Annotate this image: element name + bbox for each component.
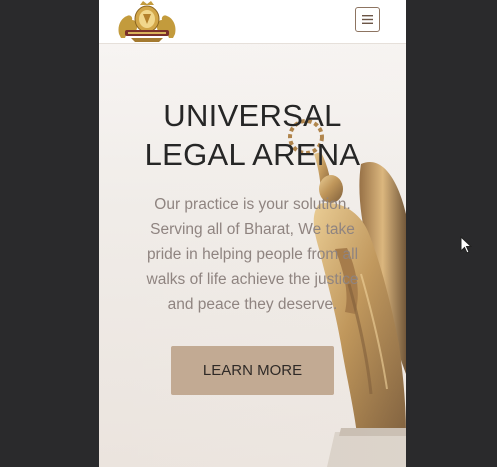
- hamburger-menu-icon: [362, 15, 373, 24]
- hero-description: Our practice is your solution. Serving a…: [146, 196, 359, 313]
- mobile-page: UNIVERSAL LEGAL ARENA Our practice is yo…: [99, 0, 406, 467]
- hero-section: UNIVERSAL LEGAL ARENA Our practice is yo…: [99, 44, 406, 467]
- menu-toggle-button[interactable]: [355, 7, 380, 32]
- hero-title-line-2: LEGAL ARENA: [144, 137, 361, 172]
- hero-title: UNIVERSAL LEGAL ARENA: [99, 96, 406, 174]
- browser-viewport: UNIVERSAL LEGAL ARENA Our practice is yo…: [0, 0, 497, 467]
- navbar: [99, 0, 406, 44]
- lion-crest-logo[interactable]: [113, 0, 181, 43]
- hero-title-line-1: UNIVERSAL: [163, 98, 342, 133]
- lion-crest-icon: [118, 1, 176, 42]
- mouse-cursor-icon: [460, 236, 472, 254]
- learn-more-button[interactable]: LEARN MORE: [171, 346, 334, 395]
- hero-content: UNIVERSAL LEGAL ARENA Our practice is yo…: [99, 96, 406, 395]
